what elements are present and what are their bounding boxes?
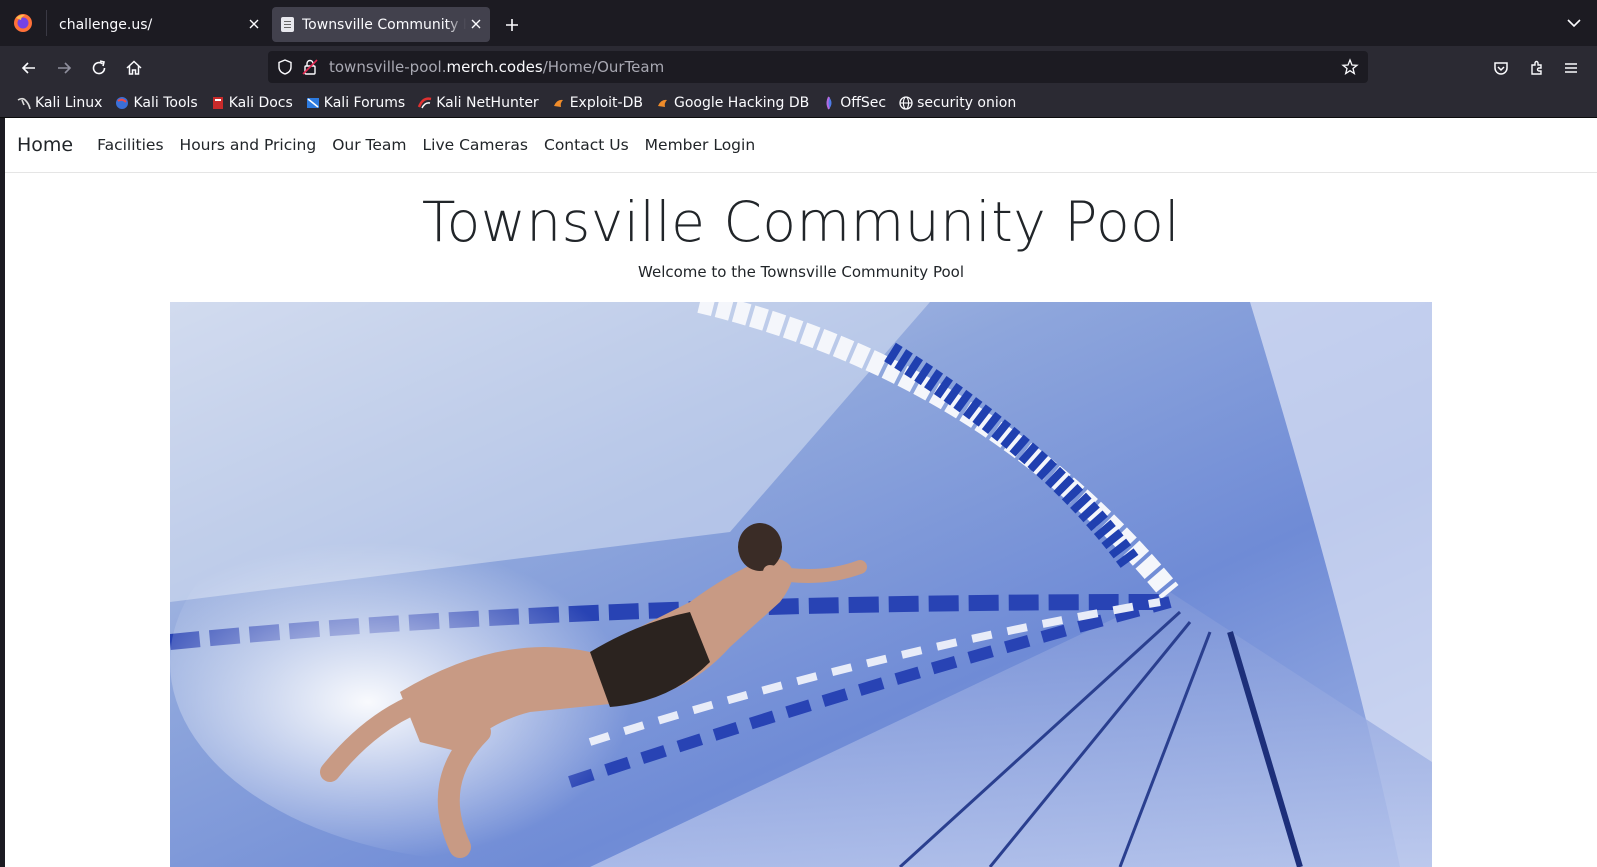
url-host: merch.codes xyxy=(446,58,543,76)
close-tab-icon[interactable] xyxy=(246,16,262,32)
nav-link-member-login[interactable]: Member Login xyxy=(645,136,756,154)
bookmark-label: Kali Forums xyxy=(323,94,406,111)
extensions-icon[interactable] xyxy=(1526,57,1548,79)
bookmark-star-icon[interactable] xyxy=(1341,58,1359,76)
page-subtitle: Welcome to the Townsville Community Pool xyxy=(638,263,964,281)
bookmark-label: Kali Tools xyxy=(133,94,198,111)
site-navbar: Home Facilities Hours and Pricing Our Te… xyxy=(5,118,1597,173)
tab-townsville-pool[interactable]: Townsville Community Pool xyxy=(272,7,490,42)
offsec-icon xyxy=(826,96,832,109)
tab-bar: challenge.us/ Townsville Community Pool xyxy=(0,0,1597,46)
kali-dragon-icon xyxy=(17,97,31,109)
exploit-db-icon xyxy=(553,99,563,107)
url-path: /Home/OurTeam xyxy=(542,58,665,76)
tab-challenge[interactable]: challenge.us/ xyxy=(50,7,268,42)
hamburger-menu-icon[interactable] xyxy=(1560,57,1582,79)
nav-link-hours-pricing[interactable]: Hours and Pricing xyxy=(180,136,317,154)
bookmark-offsec[interactable]: OffSec xyxy=(821,95,886,111)
ghdb-icon xyxy=(657,99,667,107)
bookmark-label: security onion xyxy=(917,94,1017,111)
globe-icon xyxy=(899,95,913,110)
bookmark-exploit-db[interactable]: Exploit-DB xyxy=(551,95,643,111)
forward-icon[interactable] xyxy=(53,57,75,79)
page-title: Townsville Community Pool xyxy=(421,190,1181,254)
bookmark-kali-tools[interactable]: Kali Tools xyxy=(114,94,198,111)
kali-forums-icon xyxy=(306,97,319,108)
bookmark-security-onion[interactable]: security onion xyxy=(898,95,1016,111)
bookmark-label: Kali NetHunter xyxy=(436,94,539,111)
url-prefix: townsville-pool. xyxy=(329,58,447,76)
tab-separator xyxy=(46,10,47,36)
bookmark-label: OffSec xyxy=(840,94,887,111)
nav-link-contact-us[interactable]: Contact Us xyxy=(544,136,629,154)
nav-link-live-cameras[interactable]: Live Cameras xyxy=(423,136,528,154)
new-tab-icon[interactable] xyxy=(502,15,522,35)
bookmark-kali-nethunter[interactable]: Kali NetHunter xyxy=(417,94,539,111)
url-text[interactable]: townsville-pool.merch.codes/Home/OurTeam xyxy=(329,58,664,76)
bookmark-label: Google Hacking DB xyxy=(673,94,810,111)
bookmark-label: Exploit-DB xyxy=(569,94,643,111)
bookmark-kali-linux[interactable]: Kali Linux xyxy=(16,95,102,111)
close-tab-icon[interactable] xyxy=(468,16,484,32)
firefox-menu-icon[interactable] xyxy=(12,12,34,34)
hero-image-swimmer xyxy=(170,302,1432,867)
bookmark-label: Kali Linux xyxy=(35,94,103,111)
tab-title: Townsville Community Pool xyxy=(302,16,466,33)
tab-title: challenge.us/ xyxy=(59,16,153,33)
pocket-icon[interactable] xyxy=(1490,57,1512,79)
list-all-tabs-icon[interactable] xyxy=(1566,17,1582,29)
page-viewport: Home Facilities Hours and Pricing Our Te… xyxy=(5,118,1597,867)
bookmark-google-hacking-db[interactable]: Google Hacking DB xyxy=(655,95,809,111)
navigation-toolbar: townsville-pool.merch.codes/Home/OurTeam xyxy=(0,46,1597,88)
nav-link-our-team[interactable]: Our Team xyxy=(332,136,406,154)
home-icon[interactable] xyxy=(123,57,145,79)
bookmark-kali-forums[interactable]: Kali Forums xyxy=(305,95,405,111)
reload-icon[interactable] xyxy=(88,57,110,79)
kali-docs-icon xyxy=(212,96,223,109)
bookmark-label: Kali Docs xyxy=(228,94,293,111)
kali-tools-icon xyxy=(116,96,129,109)
tracking-protection-shield-icon[interactable] xyxy=(276,58,294,76)
bookmark-kali-docs[interactable]: Kali Docs xyxy=(210,95,293,111)
nethunter-icon xyxy=(418,96,432,108)
page-favicon-icon xyxy=(281,17,294,32)
insecure-lock-icon[interactable] xyxy=(301,58,319,76)
back-icon[interactable] xyxy=(18,57,40,79)
brand-home-link[interactable]: Home xyxy=(17,134,73,156)
bookmarks-toolbar: Kali Linux Kali Tools Kali Docs Kali For… xyxy=(0,88,1597,118)
address-bar[interactable]: townsville-pool.merch.codes/Home/OurTeam xyxy=(268,51,1368,83)
nav-link-facilities[interactable]: Facilities xyxy=(97,136,163,154)
